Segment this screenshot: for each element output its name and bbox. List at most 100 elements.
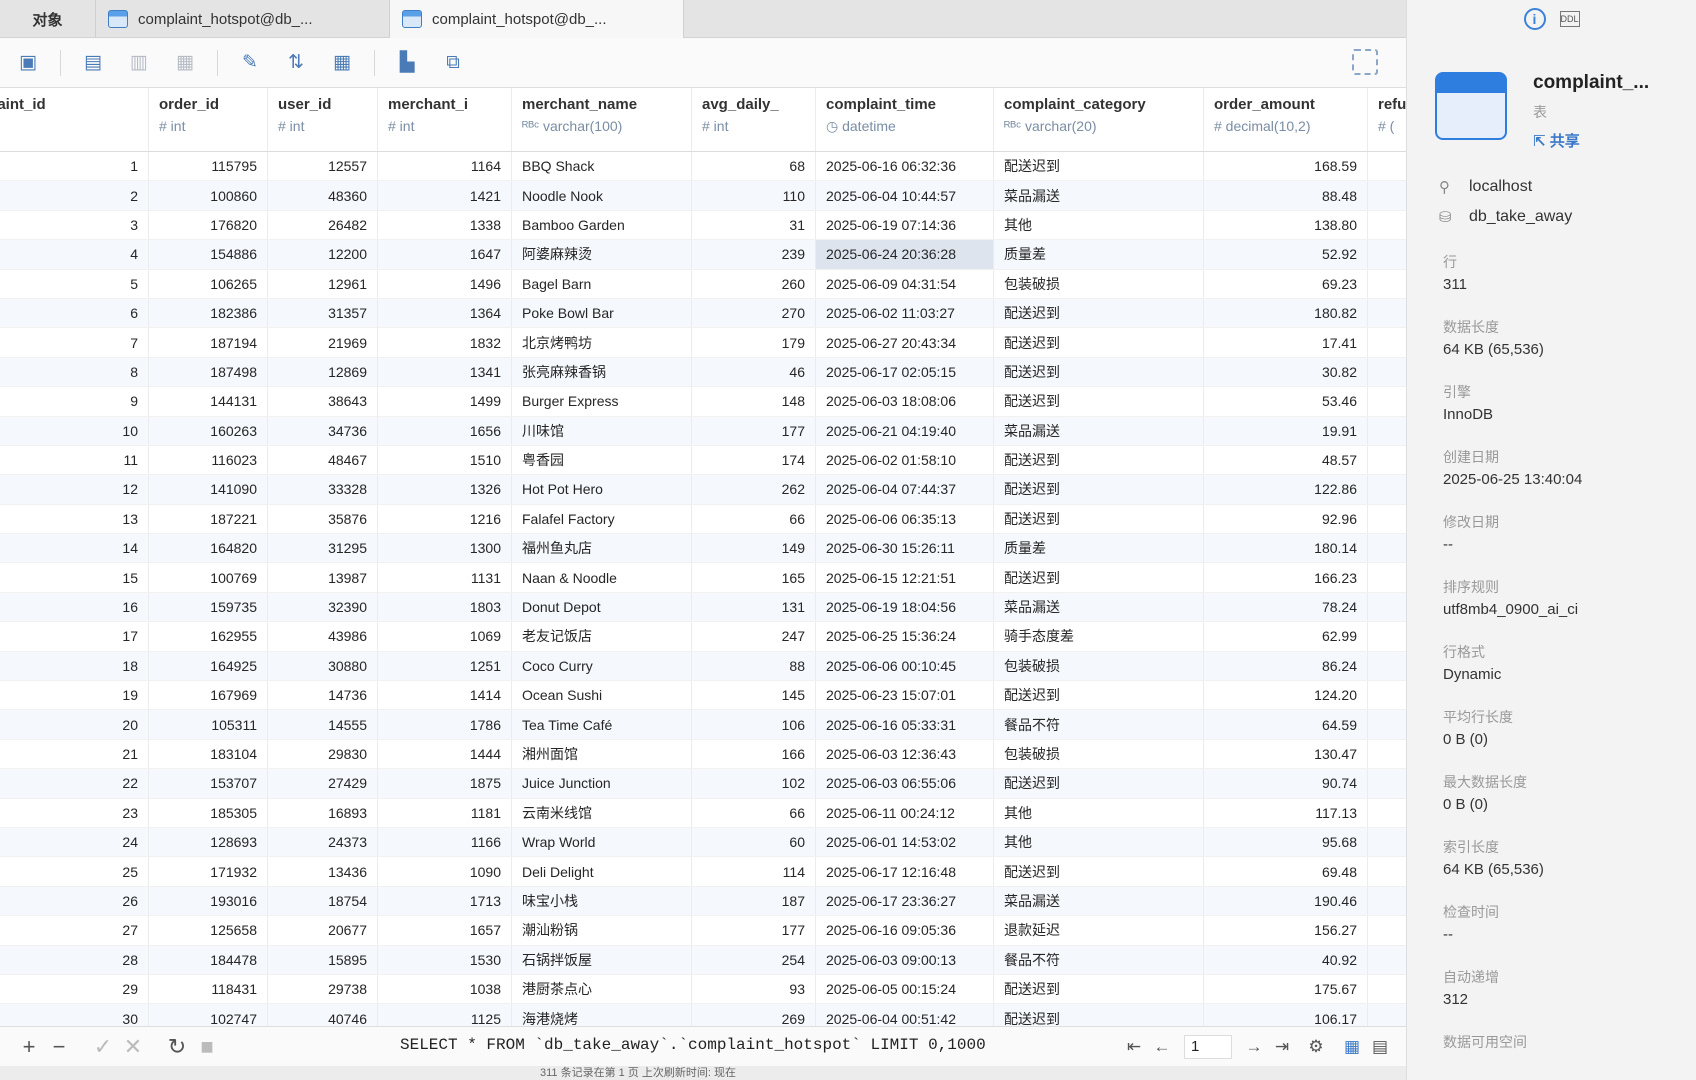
column-header[interactable]: refu # ( <box>1368 88 1406 151</box>
table-cell[interactable]: 33328 <box>268 475 378 504</box>
table-row[interactable]: 22 153707 27429 1875 Juice Junction 102 2025-0… <box>0 769 1406 799</box>
table-cell[interactable]: 187498 <box>149 357 268 387</box>
table-cell[interactable]: 质量差 <box>994 240 1204 269</box>
table-cell[interactable]: 1341 <box>378 357 512 387</box>
table-cell[interactable]: 2025-06-25 15:36:24 <box>816 622 994 651</box>
table-cell[interactable]: 2025-06-27 20:43:34 <box>816 328 994 357</box>
table-cell[interactable]: 北京烤鸭坊 <box>512 328 692 357</box>
table-cell[interactable]: 164820 <box>149 534 268 563</box>
table-cell[interactable]: 1530 <box>378 945 512 974</box>
table-cell[interactable]: 18 <box>0 651 149 681</box>
table-cell[interactable]: 骑手态度差 <box>994 622 1204 651</box>
settings-icon[interactable]: ⚙ <box>1302 1037 1330 1057</box>
table-cell[interactable]: 19 <box>0 681 149 710</box>
table-cell[interactable]: 配送迟到 <box>994 769 1204 798</box>
table-cell[interactable]: 1875 <box>378 769 512 798</box>
table-cell[interactable]: 2025-06-05 00:15:24 <box>816 974 994 1004</box>
table-cell[interactable]: 1326 <box>378 475 512 504</box>
table-cell[interactable]: 1251 <box>378 651 512 681</box>
table-cell[interactable]: 2025-06-16 09:05:36 <box>816 916 994 945</box>
table-cell[interactable]: 1038 <box>378 974 512 1004</box>
form-mode-icon[interactable]: ▤ <box>1366 1037 1394 1057</box>
discard-changes-icon[interactable]: ✕ <box>118 1034 148 1060</box>
table-cell[interactable]: 34736 <box>268 416 378 445</box>
table-cell[interactable]: 69.48 <box>1204 857 1368 886</box>
table-cell[interactable]: 164925 <box>149 651 268 681</box>
table-cell[interactable]: 石锅拌饭屋 <box>512 945 692 974</box>
table-cell[interactable]: 配送迟到 <box>994 974 1204 1004</box>
first-page-icon[interactable]: ⇤ <box>1120 1037 1148 1057</box>
table-cell[interactable]: 2025-06-30 15:26:11 <box>816 534 994 563</box>
table-cell[interactable]: 2025-06-21 04:19:40 <box>816 416 994 445</box>
table-cell[interactable] <box>1368 887 1406 915</box>
table-cell[interactable]: 2025-06-16 05:33:31 <box>816 710 994 739</box>
info-icon[interactable]: i <box>1523 8 1546 30</box>
table-cell[interactable]: 106 <box>692 710 816 739</box>
table-cell[interactable]: 2025-06-04 10:44:57 <box>816 181 994 210</box>
table-cell[interactable]: 128693 <box>149 827 268 857</box>
table-cell[interactable]: 配送迟到 <box>994 681 1204 710</box>
table-cell[interactable]: 16893 <box>268 798 378 827</box>
table-cell[interactable] <box>1368 593 1406 621</box>
table-cell[interactable] <box>1368 769 1406 797</box>
table-cell[interactable]: 144131 <box>149 387 268 416</box>
table-cell[interactable]: 12 <box>0 475 149 504</box>
column-header[interactable]: avg_daily_ # int <box>692 88 816 151</box>
table-cell[interactable]: BBQ Shack <box>512 152 692 181</box>
table-cell[interactable]: 味宝小栈 <box>512 886 692 916</box>
table-cell[interactable]: 125658 <box>149 916 268 945</box>
table-cell[interactable]: 1125 <box>378 1004 512 1026</box>
table-row[interactable]: 10 160263 34736 1656 川味馆 177 2025-06-21 04:19:… <box>0 416 1406 446</box>
table-cell[interactable]: 1499 <box>378 387 512 416</box>
table-row[interactable]: 6 182386 31357 1364 Poke Bowl Bar 270 2025-06-… <box>0 298 1406 329</box>
table-cell[interactable]: 182386 <box>149 298 268 328</box>
table-cell[interactable] <box>1368 417 1406 445</box>
table-cell[interactable]: 12557 <box>268 152 378 181</box>
next-page-icon[interactable]: → <box>1240 1037 1268 1057</box>
table-cell[interactable]: 53.46 <box>1204 387 1368 416</box>
column-header[interactable]: merchant_i # int <box>378 88 512 151</box>
table-row[interactable]: 7 187194 21969 1832 北京烤鸭坊 179 2025-06-27 20:43… <box>0 328 1406 358</box>
table-cell[interactable]: 29830 <box>268 739 378 769</box>
table-cell[interactable]: 26 <box>0 886 149 916</box>
table-cell[interactable]: 114 <box>692 857 816 886</box>
table-cell[interactable]: 15895 <box>268 945 378 974</box>
stop-icon[interactable]: ■ <box>192 1034 222 1060</box>
table-cell[interactable]: 配送迟到 <box>994 152 1204 181</box>
table-cell[interactable]: 福州鱼丸店 <box>512 534 692 563</box>
table-cell[interactable]: 30.82 <box>1204 357 1368 387</box>
table-cell[interactable]: 106265 <box>149 269 268 298</box>
table-cell[interactable]: Bagel Barn <box>512 269 692 298</box>
table-row[interactable]: 26 193016 18754 1713 味宝小栈 187 2025-06-17 23:36… <box>0 886 1406 917</box>
table-cell[interactable] <box>1368 299 1406 327</box>
table-row[interactable]: 29 118431 29738 1038 港厨茶点心 93 2025-06-05 00:15… <box>0 974 1406 1005</box>
ddl-icon[interactable]: DDL <box>1559 11 1580 27</box>
table-cell[interactable]: 1300 <box>378 534 512 563</box>
begin-transaction-icon[interactable]: ▣ <box>14 49 42 77</box>
table-cell[interactable]: 9 <box>0 387 149 416</box>
chart-icon[interactable]: ▙ <box>393 49 421 77</box>
table-cell[interactable]: 8 <box>0 357 149 387</box>
table-cell[interactable]: 2025-06-02 01:58:10 <box>816 445 994 475</box>
table-cell[interactable]: Juice Junction <box>512 769 692 798</box>
table-cell[interactable] <box>1368 270 1406 298</box>
table-cell[interactable]: 1164 <box>378 152 512 181</box>
table-cell[interactable]: 141090 <box>149 475 268 504</box>
column-header[interactable]: complaint_category ᴿᴮᶜ varchar(20) <box>994 88 1204 151</box>
table-cell[interactable]: 46 <box>692 357 816 387</box>
table-cell[interactable]: 25 <box>0 857 149 886</box>
column-header[interactable]: merchant_name ᴿᴮᶜ varchar(100) <box>512 88 692 151</box>
table-cell[interactable]: 14555 <box>268 710 378 739</box>
table-cell[interactable]: 餐品不符 <box>994 945 1204 974</box>
table-cell[interactable]: 11 <box>0 445 149 475</box>
table-row[interactable]: 4 154886 12200 1647 阿婆麻辣烫 239 2025-06-24 20:36… <box>0 240 1406 270</box>
table-cell[interactable]: 167969 <box>149 681 268 710</box>
refresh-icon[interactable]: ↻ <box>162 1034 192 1060</box>
table-cell[interactable]: 其他 <box>994 827 1204 857</box>
table-cell[interactable]: 105311 <box>149 710 268 739</box>
table-cell[interactable]: 2025-06-06 06:35:13 <box>816 504 994 534</box>
table-row[interactable]: 20 105311 14555 1786 Tea Time Café 106 2025-06… <box>0 710 1406 740</box>
table-cell[interactable]: 176820 <box>149 210 268 240</box>
table-cell[interactable]: 31 <box>692 210 816 240</box>
table-row[interactable]: 27 125658 20677 1657 潮汕粉锅 177 2025-06-16 09:05… <box>0 916 1406 946</box>
